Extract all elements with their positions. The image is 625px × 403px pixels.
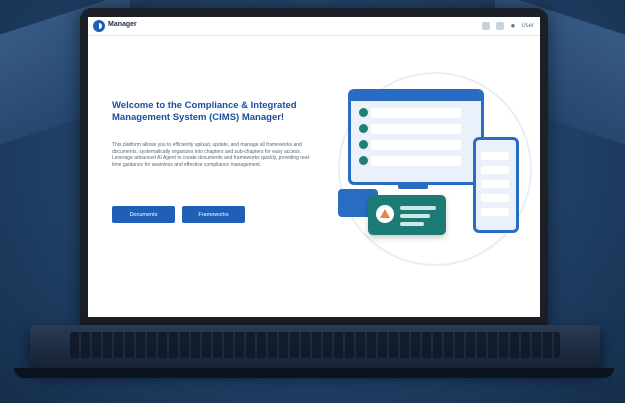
app-title: Manager	[108, 21, 137, 28]
illustration-card-teal	[368, 195, 446, 235]
laptop-keyboard	[70, 332, 560, 358]
phone-row	[481, 194, 509, 202]
monitor-row	[359, 156, 461, 166]
illustration-phone	[473, 137, 519, 233]
documents-button[interactable]: Documents	[112, 206, 175, 223]
settings-icon[interactable]	[496, 21, 505, 30]
page-title: Welcome to the Compliance & Integrated M…	[112, 100, 297, 123]
monitor-stand	[398, 183, 428, 189]
monitor-row	[359, 140, 461, 150]
phone-row	[481, 166, 509, 174]
status-dot-icon	[359, 156, 368, 165]
phone-row	[481, 208, 509, 216]
monitor-row	[359, 124, 461, 134]
page-description: This platform allows you to efficiently …	[112, 142, 311, 168]
card-line	[400, 222, 424, 226]
monitor-row	[359, 108, 461, 118]
card-line	[400, 206, 436, 210]
app-screen: Manager ● User Welcome to the Compliance…	[88, 17, 540, 317]
user-label[interactable]: User	[521, 23, 534, 29]
illustration-monitor	[348, 89, 484, 185]
user-icon[interactable]: ●	[510, 21, 515, 30]
status-dot-icon	[359, 140, 368, 149]
notification-icon[interactable]	[482, 21, 491, 30]
status-dot-icon	[359, 124, 368, 133]
app-logo-icon[interactable]	[93, 20, 105, 32]
hero-illustration	[328, 72, 532, 277]
app-header: Manager ● User	[88, 17, 540, 36]
card-line	[400, 214, 430, 218]
monitor-toolbar	[351, 92, 481, 101]
laptop-lip	[14, 368, 614, 378]
phone-row	[481, 180, 509, 188]
frameworks-button[interactable]: Frameworks	[182, 206, 245, 223]
ai-agent-icon	[376, 205, 394, 223]
phone-row	[481, 152, 509, 160]
header-actions: ● User	[482, 21, 534, 30]
status-dot-icon	[359, 108, 368, 117]
